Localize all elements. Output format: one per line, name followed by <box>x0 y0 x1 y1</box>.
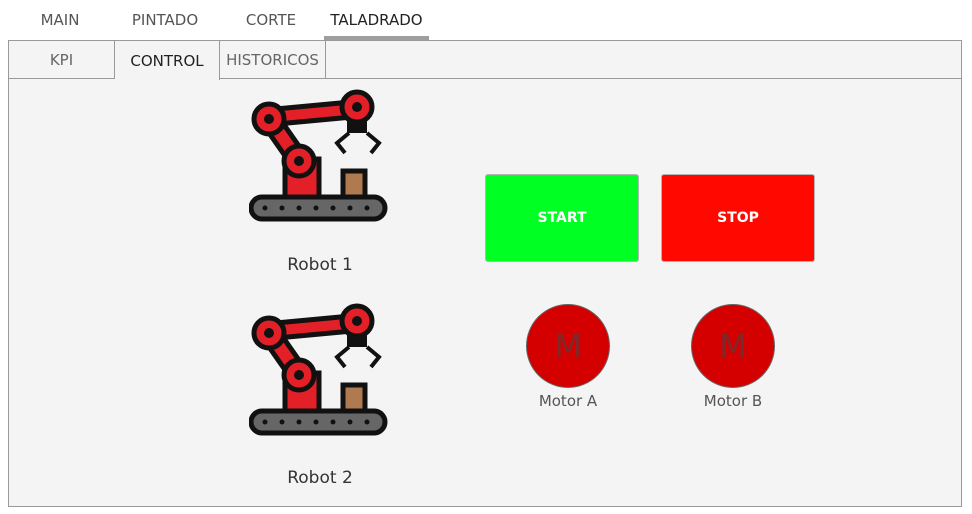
tab-taladrado[interactable]: TALADRADO <box>324 0 429 40</box>
tab-pintado-label: PINTADO <box>131 11 199 29</box>
robot-arm-icon[interactable] <box>249 89 389 229</box>
tab-kpi[interactable]: KPI <box>9 41 115 79</box>
motor-a-label: Motor A <box>538 392 598 410</box>
robot-1-label: Robot 1 <box>287 255 353 275</box>
top-tab-bar: MAIN PINTADO CORTE TALADRADO <box>0 0 972 40</box>
tab-taladrado-label: TALADRADO <box>330 11 423 29</box>
motor-b-indicator[interactable]: M <box>691 304 775 388</box>
stop-button-label: STOP <box>717 210 759 226</box>
tab-historicos-label: HISTORICOS <box>226 51 319 69</box>
start-button[interactable]: START <box>485 174 639 262</box>
motor-b-symbol: M <box>719 327 747 365</box>
motor-a-indicator[interactable]: M <box>526 304 610 388</box>
tab-control[interactable]: CONTROL <box>115 41 220 80</box>
start-button-label: START <box>537 210 587 226</box>
tab-pintado[interactable]: PINTADO <box>120 0 210 40</box>
sub-tab-bar: KPI CONTROL HISTORICOS <box>9 41 961 80</box>
robot-arm-icon[interactable] <box>249 303 389 443</box>
tab-main-label: MAIN <box>40 11 80 29</box>
tab-corte-label: CORTE <box>245 11 297 29</box>
motor-a-symbol: M <box>554 327 582 365</box>
tab-control-label: CONTROL <box>130 51 204 70</box>
tab-kpi-label: KPI <box>49 51 74 69</box>
robot-2-label: Robot 2 <box>287 468 353 488</box>
stop-button[interactable]: STOP <box>661 174 815 262</box>
tab-corte[interactable]: CORTE <box>232 0 310 40</box>
motor-b-label: Motor B <box>703 392 763 410</box>
taladrado-panel: KPI CONTROL HISTORICOS Robot 1 Robot 2 S… <box>8 40 962 507</box>
tab-historicos[interactable]: HISTORICOS <box>220 41 326 79</box>
tab-main[interactable]: MAIN <box>20 0 100 40</box>
